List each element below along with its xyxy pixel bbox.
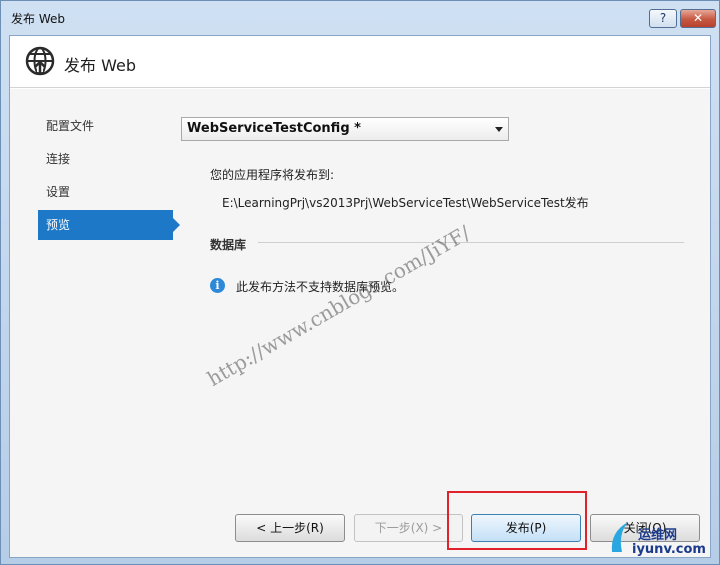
publish-highlight-annotation	[447, 491, 587, 550]
publish-target-label: 您的应用程序将发布到:	[210, 168, 335, 182]
dialog-client-area: 发布 Web 配置文件 连接 设置 预览 WebServiceTestConfi…	[9, 35, 711, 558]
nav-item-preview[interactable]: 预览	[38, 210, 180, 240]
info-icon: i	[210, 278, 225, 293]
window-title: 发布 Web	[11, 12, 65, 26]
profile-dropdown[interactable]: WebServiceTestConfig *	[181, 117, 509, 141]
close-window-button[interactable]: ✕	[680, 9, 716, 28]
nav-item-label: 设置	[46, 185, 71, 199]
publish-target-path: E:\LearningPrj\vs2013Prj\WebServiceTest\…	[222, 196, 589, 210]
nav-item-profile[interactable]: 配置文件	[38, 111, 173, 141]
nav-item-connection[interactable]: 连接	[38, 144, 173, 174]
nav-item-settings[interactable]: 设置	[38, 177, 173, 207]
dialog-body: 配置文件 连接 设置 预览 WebServiceTestConfig * 您的应…	[10, 89, 710, 557]
nav-item-label: 预览	[46, 218, 71, 232]
chevron-down-icon	[495, 127, 503, 132]
globe-publish-icon	[25, 46, 55, 76]
title-bar[interactable]: 发布 Web ? ✕	[1, 1, 719, 35]
dialog-header: 发布 Web	[10, 36, 710, 88]
previous-button[interactable]: < 上一步(R)	[235, 514, 345, 542]
page-title: 发布 Web	[64, 56, 136, 75]
nav-item-label: 配置文件	[46, 119, 95, 133]
help-button[interactable]: ?	[649, 9, 677, 28]
database-section-title: 数据库	[210, 238, 247, 252]
step-navigation: 配置文件 连接 设置 预览	[38, 111, 180, 243]
logo-bottom-text: iyunv.com	[632, 542, 706, 557]
profile-selected-value: WebServiceTestConfig *	[187, 121, 361, 136]
nav-item-label: 连接	[46, 152, 71, 166]
publish-web-dialog: 发布 Web ? ✕ 发布 Web 配置文件 连接 设置 预览 WebServi…	[0, 0, 720, 565]
site-logo: 运维网 iyunv.com	[608, 514, 720, 559]
logo-top-text: 运维网	[638, 528, 678, 543]
